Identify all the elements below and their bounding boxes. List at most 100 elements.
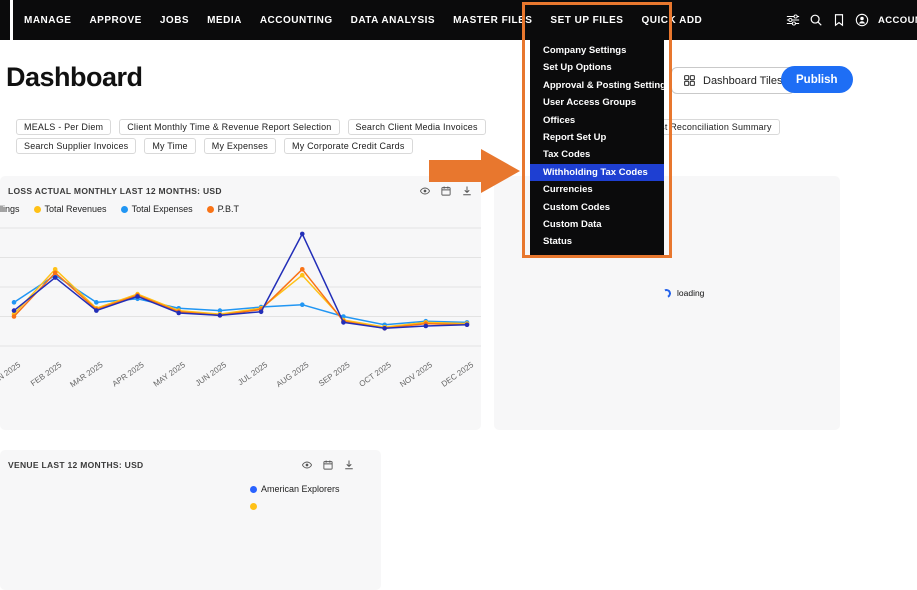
nav-item-manage[interactable]: MANAGE xyxy=(24,15,71,26)
x-axis-label: DEC 2025 xyxy=(440,360,476,389)
menu-item-withholding-tax-codes[interactable]: Withholding Tax Codes xyxy=(530,163,664,182)
nav-item-accounting[interactable]: ACCOUNTING xyxy=(260,15,333,26)
legend-item-total-revenues: Total Revenues xyxy=(33,204,107,214)
data-point-billings xyxy=(217,313,223,318)
revenue-panel-title: VENUE LAST 12 MONTHS: USD xyxy=(8,460,144,470)
menu-item-user-access-groups[interactable]: User Access Groups xyxy=(530,94,664,111)
search-icon[interactable] xyxy=(809,13,823,27)
data-point-billings xyxy=(423,323,429,329)
legend-label: American Explorers xyxy=(261,484,340,494)
data-point-total-expenses xyxy=(299,302,305,307)
menu-item-company-settings[interactable]: Company Settings xyxy=(530,42,664,59)
visibility-icon[interactable] xyxy=(301,459,313,471)
quick-link-meals-per-diem[interactable]: MEALS - Per Diem xyxy=(16,119,112,135)
data-point-billings xyxy=(382,326,387,331)
bookmark-icon[interactable] xyxy=(832,13,846,27)
legend-dot-icon xyxy=(33,205,41,213)
legend-dot-icon xyxy=(250,503,257,510)
menu-item-set-up-options[interactable]: Set Up Options xyxy=(530,59,664,76)
data-point-billings xyxy=(176,310,182,316)
pl-line-chart: JAN 2025 FEB 2025 MAR 2025 APR 2025 MAY 2025… xyxy=(0,227,481,389)
account-menu[interactable]: ACCOUNT xyxy=(878,15,917,26)
legend-item-item xyxy=(250,503,340,510)
menu-item-tax-codes[interactable]: Tax Codes xyxy=(530,146,664,163)
x-axis-label: JUN 2025 xyxy=(194,360,229,388)
quick-links-row-1: MEALS - Per Diem Client Monthly Time & Re… xyxy=(16,119,486,135)
x-axis-label: AUG 2025 xyxy=(275,360,311,389)
x-axis-label: SEP 2025 xyxy=(317,360,352,388)
tune-icon[interactable] xyxy=(786,13,800,27)
data-point-billings xyxy=(258,309,264,315)
top-nav: MANAGE APPROVE JOBS MEDIA ACCOUNTING DATA ANA… xyxy=(0,0,917,40)
legend-item-american-explorers: American Explorers xyxy=(250,484,340,494)
data-point-billings xyxy=(52,275,58,280)
data-point-p-b-t xyxy=(299,267,305,272)
page-title: Dashboard xyxy=(6,62,143,92)
legend-label: illings xyxy=(0,204,20,214)
menu-item-offices[interactable]: Offices xyxy=(530,112,664,129)
quick-link-my-time[interactable]: My Time xyxy=(144,138,196,154)
setup-menu-list: Company Settings Set Up Options Approval &… xyxy=(530,42,671,251)
data-point-billings xyxy=(341,320,346,325)
nav-item-jobs[interactable]: JOBS xyxy=(160,15,189,26)
x-axis-label: NOV 2025 xyxy=(398,360,434,389)
menu-item-custom-codes[interactable]: Custom Codes xyxy=(530,199,664,216)
revenue-chart-panel: VENUE LAST 12 MONTHS: USD American Explo… xyxy=(0,450,381,590)
x-axis-label: JUL 2025 xyxy=(236,360,269,387)
data-point-p-b-t xyxy=(52,270,58,276)
menu-item-custom-data[interactable]: Custom Data xyxy=(530,216,664,233)
nav-item-approve[interactable]: APPROVE xyxy=(89,15,141,26)
menu-item-currencies[interactable]: Currencies xyxy=(530,181,664,198)
menu-item-status[interactable]: Status xyxy=(530,233,664,250)
quick-link-search-supplier-invoices[interactable]: Search Supplier Invoices xyxy=(16,138,137,154)
quick-links-row-2: Search Supplier Invoices My Time My Expens… xyxy=(16,138,413,154)
publish-button[interactable]: Publish xyxy=(781,66,853,93)
legend-dot-icon xyxy=(250,485,257,493)
pl-chart-legend: illings Total Revenues Total Expenses P.B.T xyxy=(0,204,481,214)
x-axis-label: OCT 2025 xyxy=(358,360,394,389)
nav-item-set-up-files[interactable]: SET UP FILES xyxy=(550,15,623,26)
download-icon[interactable] xyxy=(343,459,355,471)
pl-chart-panel: LOSS ACTUAL MONTHLY LAST 12 MONTHS: USD … xyxy=(0,176,481,430)
legend-label: Total Expenses xyxy=(131,204,193,214)
legend-dot-icon xyxy=(206,205,214,213)
quick-link-my-expenses[interactable]: My Expenses xyxy=(203,138,276,154)
data-point-billings xyxy=(135,294,140,299)
nav-divider xyxy=(10,0,13,40)
quick-link-my-corporate-credit-cards[interactable]: My Corporate Credit Cards xyxy=(284,138,413,154)
nav-item-data-analysis[interactable]: DATA ANALYSIS xyxy=(351,15,435,26)
legend-label: Total Revenues xyxy=(44,204,107,214)
x-axis-label: MAR 2025 xyxy=(68,360,105,389)
quick-link-client-monthly-time-revenue-report-selection[interactable]: Client Monthly Time & Revenue Report Sel… xyxy=(119,119,340,135)
loading-label: loading xyxy=(677,288,705,298)
quick-link-search-client-media-invoices[interactable]: Search Client Media Invoices xyxy=(347,119,486,135)
setup-files-menu: Company Settings Set Up Options Approval &… xyxy=(530,40,671,257)
legend-item-total-expenses: Total Expenses xyxy=(120,204,193,214)
nav-item-quick-add[interactable]: QUICK ADD xyxy=(641,15,702,26)
dashboard-tiles-button[interactable]: Dashboard Tiles xyxy=(671,67,795,94)
grid-icon xyxy=(684,75,695,86)
nav-right-actions: ACCOUNT xyxy=(786,0,917,40)
nav-item-master-files[interactable]: MASTER FILES xyxy=(453,15,532,26)
legend-label: P.B.T xyxy=(217,204,239,214)
loading-spinner-icon xyxy=(660,287,673,299)
data-point-total-revenues xyxy=(299,272,305,278)
legend-item-illings: illings xyxy=(0,204,20,214)
data-point-billings xyxy=(464,322,470,328)
revenue-chart-legend: American Explorers xyxy=(250,484,340,510)
x-axis-label: APR 2025 xyxy=(111,360,146,389)
dashboard-tiles-label: Dashboard Tiles xyxy=(703,74,783,87)
data-point-billings xyxy=(299,231,305,237)
calendar-icon[interactable] xyxy=(322,459,334,471)
nav-item-media[interactable]: MEDIA xyxy=(207,15,242,26)
account-icon[interactable] xyxy=(855,13,869,27)
menu-item-approval-posting-settings[interactable]: Approval & Posting Settings xyxy=(530,77,671,94)
series-line-billings xyxy=(13,233,468,330)
x-axis-label: MAY 2025 xyxy=(152,360,188,389)
legend-dot-icon xyxy=(120,205,128,213)
data-point-total-expenses xyxy=(11,300,17,305)
data-point-total-expenses xyxy=(94,300,99,305)
menu-item-report-set-up[interactable]: Report Set Up xyxy=(530,129,664,146)
data-point-p-b-t xyxy=(11,314,17,319)
pointer-arrow-icon xyxy=(429,149,520,193)
